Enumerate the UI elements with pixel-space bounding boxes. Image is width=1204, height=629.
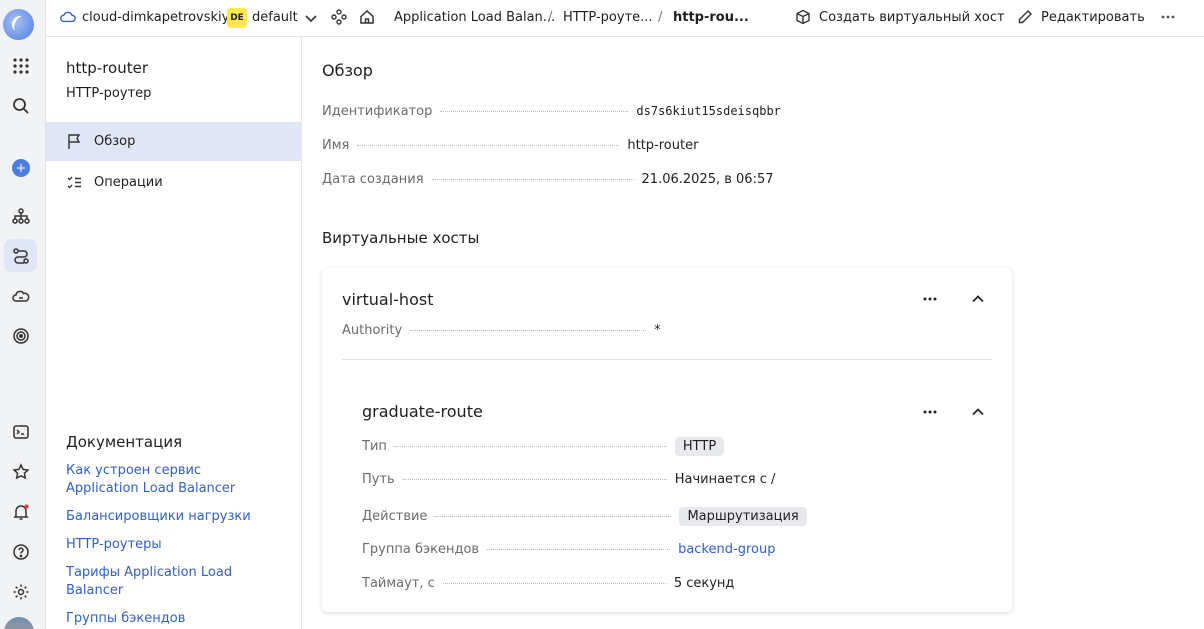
cube-icon	[796, 9, 810, 25]
field-value: ds7s6kiut15sdeisqbbr	[636, 104, 781, 118]
edit-button[interactable]: Редактировать	[1017, 9, 1145, 25]
chevron-up-icon[interactable]	[966, 400, 990, 424]
notifications-bell-icon[interactable]	[4, 495, 37, 528]
chevron-up-icon[interactable]	[966, 287, 990, 311]
action-tag: Маршрутизация	[679, 507, 807, 526]
route-field-type: Тип HTTP	[362, 437, 725, 456]
field-label: Путь	[362, 472, 395, 487]
nav-item-overview[interactable]: Обзор	[46, 122, 301, 161]
checklist-icon	[67, 176, 81, 189]
divider	[342, 359, 992, 360]
folder-selector[interactable]: default	[252, 10, 298, 25]
target-icon[interactable]	[4, 319, 37, 352]
field-label: Имя	[322, 138, 350, 153]
top-bar: cloud-dimkapetrovskiy DE default Applica…	[46, 0, 1204, 37]
sidebar: http-router HTTP-роутер Обзор Операции Д…	[46, 37, 302, 629]
breadcrumb-alb[interactable]: Application Load Balan...	[394, 10, 555, 25]
field-created: Дата создания 21.06.2025, в 06:57	[322, 172, 774, 187]
doc-link-pricing[interactable]: Тарифы Application Load Balancer	[66, 564, 246, 600]
home-icon[interactable]	[359, 9, 375, 25]
cloud-icon	[60, 11, 76, 23]
breadcrumb-separator: /	[548, 10, 553, 25]
resource-hierarchy-icon[interactable]	[331, 9, 347, 25]
virtual-host-name: virtual-host	[342, 290, 434, 309]
nav-item-operations[interactable]: Операции	[46, 163, 301, 202]
edit-label: Редактировать	[1041, 9, 1145, 25]
field-label: Authority	[342, 323, 403, 338]
dotted-leader	[410, 330, 647, 331]
virtual-host-card: virtual-host Authority * graduate-route …	[322, 268, 1012, 612]
cloud-name: cloud-dimkapetrovskiy	[82, 9, 230, 25]
folder-badge: DE	[227, 8, 247, 28]
create-virtual-host-button[interactable]: Создать виртуальный хост	[795, 9, 1005, 25]
virtual-hosts-heading: Виртуальные хосты	[322, 229, 480, 247]
alb-service-icon[interactable]	[4, 151, 37, 184]
breadcrumb-current[interactable]: http-rou...	[673, 10, 749, 25]
main-content: Обзор Идентификатор ds7s6kiut15sdeisqbbr…	[302, 37, 1204, 629]
route-field-backend-group: Группа бэкендов backend-group	[362, 542, 775, 557]
doc-link-backend-groups[interactable]: Группы бэкендов	[66, 610, 276, 628]
dotted-leader	[487, 549, 671, 550]
breadcrumb-http-routers[interactable]: HTTP-роуте...	[563, 10, 653, 25]
type-tag: HTTP	[674, 437, 725, 456]
routes-icon[interactable]	[4, 239, 37, 272]
route-field-path: Путь Начинается с /	[362, 472, 775, 487]
field-name: Имя http-router	[322, 138, 698, 153]
all-services-icon[interactable]	[4, 49, 37, 82]
more-actions-icon[interactable]	[918, 287, 942, 311]
doc-link-http-routers[interactable]: HTTP-роутеры	[66, 536, 276, 554]
backend-group-link[interactable]: backend-group	[678, 542, 775, 557]
route-name: graduate-route	[362, 402, 483, 421]
dotted-leader	[431, 179, 634, 180]
dotted-leader	[402, 479, 667, 480]
resource-title: http-router	[66, 59, 149, 77]
help-icon[interactable]	[4, 535, 37, 568]
doc-link-load-balancers[interactable]: Балансировщики нагрузки	[66, 508, 276, 526]
user-avatar[interactable]	[4, 617, 34, 629]
cloud-network-icon[interactable]	[4, 279, 37, 312]
star-icon[interactable]	[4, 455, 37, 488]
search-icon[interactable]	[4, 89, 37, 122]
field-label: Дата создания	[322, 172, 424, 187]
doc-link-how-alb-works[interactable]: Как устроен сервис Application Load Bala…	[66, 462, 276, 498]
field-label: Тип	[362, 439, 387, 454]
more-actions-icon[interactable]	[918, 400, 942, 424]
dotted-leader	[394, 446, 667, 447]
cloud-logo-icon[interactable]	[3, 9, 34, 40]
terminal-icon[interactable]	[4, 415, 37, 448]
pencil-icon	[1018, 10, 1032, 24]
field-value: 21.06.2025, в 06:57	[641, 172, 774, 187]
topology-icon[interactable]	[4, 199, 37, 232]
field-value: http-router	[627, 138, 699, 153]
flag-icon	[68, 134, 81, 149]
nav-item-label: Операции	[94, 175, 163, 190]
dotted-leader	[440, 111, 629, 112]
field-value: Начинается с /	[674, 472, 776, 487]
route-field-action: Действие Маршрутизация	[362, 507, 807, 526]
chevron-down-icon[interactable]	[303, 10, 319, 26]
create-virtual-host-label: Создать виртуальный хост	[819, 9, 1005, 25]
overview-heading: Обзор	[322, 61, 373, 80]
field-id: Идентификатор ds7s6kiut15sdeisqbbr	[322, 104, 781, 119]
field-label: Группа бэкендов	[362, 542, 480, 557]
dotted-leader	[442, 583, 666, 584]
breadcrumb-separator: /	[658, 10, 663, 25]
settings-gear-icon[interactable]	[4, 575, 37, 608]
route-field-timeout: Таймаут, с 5 секунд	[362, 576, 734, 591]
field-label: Действие	[362, 509, 428, 524]
resource-type: HTTP-роутер	[66, 86, 152, 101]
dotted-leader	[357, 145, 620, 146]
left-rail	[0, 0, 46, 629]
more-actions-icon[interactable]	[1160, 9, 1176, 25]
docs-heading: Документация	[66, 433, 183, 451]
dotted-leader	[435, 516, 672, 517]
field-authority: Authority *	[342, 323, 661, 338]
field-label: Идентификатор	[322, 104, 433, 119]
cloud-selector[interactable]: cloud-dimkapetrovskiy	[60, 9, 229, 25]
field-value: 5 секунд	[673, 576, 735, 591]
field-value: *	[654, 323, 661, 338]
field-label: Таймаут, с	[362, 576, 435, 591]
nav-item-label: Обзор	[94, 134, 136, 149]
